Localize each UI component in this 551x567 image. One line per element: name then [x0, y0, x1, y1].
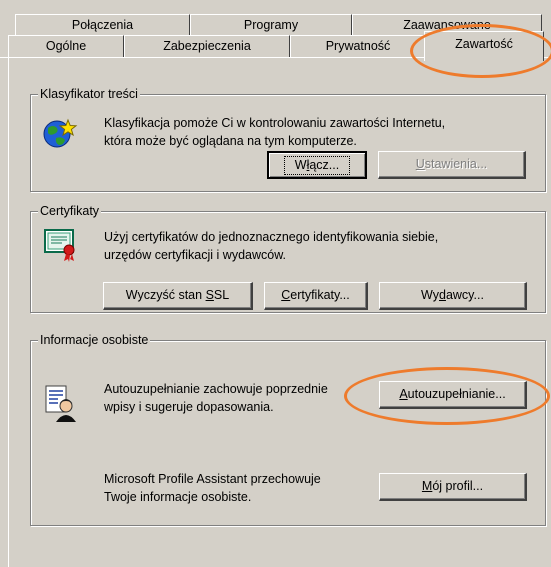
- tab-general[interactable]: Ogólne: [8, 35, 124, 57]
- enable-button[interactable]: Włącz...: [267, 151, 367, 179]
- certificates-line-2: urzędów certyfikacji i wydawców.: [104, 248, 287, 262]
- internet-options-dialog: Połączenia Programy Zaawansowane Ogólne …: [0, 0, 551, 567]
- my-profile-button[interactable]: Mój profil...: [379, 473, 527, 501]
- certificates-button[interactable]: Certyfikaty...: [264, 282, 368, 310]
- autocomplete-description: Autouzupełnianie zachowuje poprzednie wp…: [104, 380, 328, 416]
- content-advisor-line-2: która może być oglądana na tym komputerz…: [104, 134, 357, 148]
- autocomplete-line-1: Autouzupełnianie zachowuje poprzednie: [104, 382, 328, 396]
- tab-security[interactable]: Zabezpieczenia: [124, 35, 290, 57]
- certificates-title: Certyfikaty: [38, 203, 102, 219]
- globe-star-icon: [42, 116, 78, 150]
- certificate-icon: [44, 228, 80, 262]
- autocomplete-button[interactable]: Autouzupełnianie...: [379, 381, 527, 409]
- content-advisor-line-1: Klasyfikacja pomoże Ci w kontrolowaniu z…: [104, 116, 446, 130]
- personal-info-title: Informacje osobiste: [38, 332, 151, 348]
- autocomplete-line-2: wpisy i sugeruje dopasowania.: [104, 400, 274, 414]
- publishers-button[interactable]: Wydawcy...: [379, 282, 527, 310]
- content-advisor-title: Klasyfikator treści: [38, 86, 140, 102]
- tab-content[interactable]: Zawartość: [424, 31, 544, 61]
- certificates-line-1: Użyj certyfikatów do jednoznacznego iden…: [104, 230, 439, 244]
- settings-button[interactable]: Ustawienia...: [378, 151, 526, 179]
- tab-connections[interactable]: Połączenia: [15, 14, 190, 36]
- profile-line-2: Twoje informacje osobiste.: [104, 490, 252, 504]
- tab-privacy[interactable]: Prywatność: [290, 35, 426, 57]
- tab-programs[interactable]: Programy: [190, 14, 352, 36]
- profile-description: Microsoft Profile Assistant przechowuje …: [104, 470, 321, 506]
- certificates-description: Użyj certyfikatów do jednoznacznego iden…: [104, 228, 438, 264]
- autocomplete-icon: [44, 384, 78, 424]
- content-advisor-description: Klasyfikacja pomoże Ci w kontrolowaniu z…: [104, 114, 445, 150]
- profile-line-1: Microsoft Profile Assistant przechowuje: [104, 472, 321, 486]
- clear-ssl-button[interactable]: Wyczyść stan SSL: [103, 282, 253, 310]
